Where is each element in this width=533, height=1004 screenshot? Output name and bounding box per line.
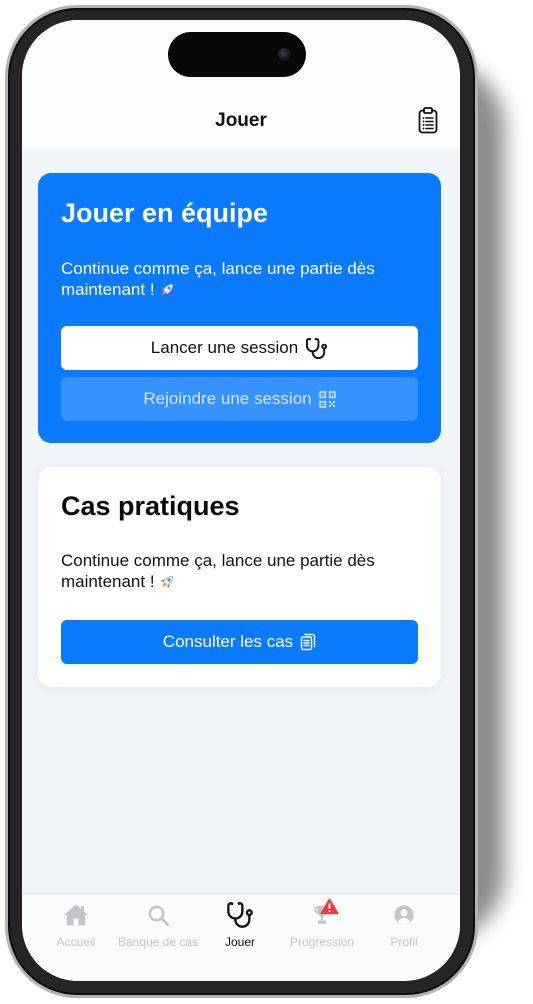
profile-icon [394,905,414,925]
phone-frame: Jouer Jouer en équipe Continue comme ça,… [5,5,478,998]
rocket-icon [161,283,174,296]
tab-profil[interactable]: Profil [363,894,445,964]
clipboard-button[interactable] [418,107,438,134]
tab-banque-icon-wrap [143,902,173,928]
tab-jouer-label: Jouer [224,935,256,949]
tab-progression-label: Progression [289,935,355,949]
join-session-label: Rejoindre une session [143,389,312,408]
page-title: Jouer [215,110,267,131]
dynamic-island [168,32,306,77]
tab-banque-de-cas[interactable]: Banque de cas [117,894,199,964]
start-session-label: Lancer une session [150,338,299,357]
join-session-button[interactable]: Rejoindre une session [61,377,418,421]
tab-jouer[interactable]: Jouer [199,894,281,964]
cases-card: Cas pratiques Continue comme ça, lance u… [38,467,441,687]
team-card: Jouer en équipe Continue comme ça, lance… [38,173,441,443]
search-icon [148,905,169,926]
cases-card-text: Continue comme ça, lance une partie dès … [61,550,418,592]
tab-progression-icon-wrap [307,898,339,928]
tab-jouer-icon-wrap [225,902,255,928]
tab-bar-items: Accueil Banque de cas Jouer Progression … [35,894,445,964]
header: Jouer [22,20,460,148]
tab-progression[interactable]: Progression [281,894,363,964]
view-cases-button[interactable]: Consulter les cas [61,620,418,664]
view-cases-label: Consulter les cas [162,632,294,651]
tab-banque-label: Banque de cas [117,935,199,949]
qr-code-icon [318,390,336,408]
team-card-text-content: Continue comme ça, lance une partie dès … [61,259,375,299]
cases-card-text-content: Continue comme ça, lance une partie dès … [61,551,375,591]
stethoscope-icon [227,902,253,928]
team-card-title: Jouer en équipe [61,198,269,228]
document-icon [300,633,316,651]
screen: Jouer Jouer en équipe Continue comme ça,… [22,20,460,981]
tab-accueil-label: Accueil [56,935,96,949]
tab-accueil[interactable]: Accueil [35,894,117,964]
tab-profil-label: Profil [390,935,418,949]
stage: Jouer Jouer en équipe Continue comme ça,… [0,0,533,1004]
clipboard-list-icon [418,107,438,134]
team-card-text: Continue comme ça, lance une partie dès … [61,258,418,300]
stethoscope-icon [306,337,328,359]
camera-lens [278,48,291,61]
tab-accueil-icon-wrap [61,902,91,928]
tab-profil-icon-wrap [389,902,419,928]
tab-bar: Accueil Banque de cas Jouer Progression … [22,893,460,981]
home-icon [64,904,88,926]
start-session-button[interactable]: Lancer une session [61,326,418,370]
warning-icon [320,898,339,915]
cases-card-title: Cas pratiques [61,491,240,521]
rocket-icon [161,575,174,588]
